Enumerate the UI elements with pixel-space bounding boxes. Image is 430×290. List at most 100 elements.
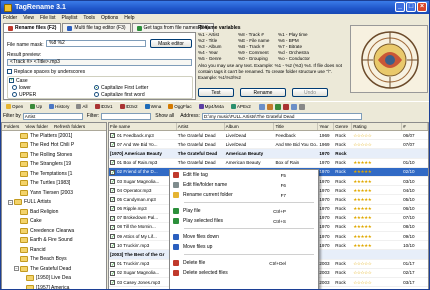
folder-item[interactable]: Earth & Fire Sound [2,236,106,246]
menu-file-list[interactable]: File list [40,15,56,21]
folder-item[interactable]: Rancid [2,245,106,255]
menu-help[interactable]: Help [124,15,134,21]
case-upper-radio[interactable] [12,92,17,97]
col-genre[interactable]: Genre [334,123,353,130]
row-checkbox[interactable] [110,224,115,230]
cap-first-word-radio[interactable] [94,92,99,97]
folder-item[interactable]: Bad Religion [2,207,106,217]
row-checkbox[interactable] [110,169,115,175]
close-button[interactable]: × [417,2,427,12]
cell-track-number-text: 10/10 [403,242,415,248]
refresh-folders-button[interactable]: Refresh folders [54,124,85,129]
folder-item[interactable]: [1957] America [2,283,106,289]
menu-folder[interactable]: Folder [3,15,17,21]
refresh-icon[interactable] [274,103,281,110]
minimize-button[interactable]: _ [395,2,405,12]
filter-by-select[interactable]: Artist [22,112,83,120]
all-button[interactable]: All [73,103,90,111]
menu-options[interactable]: Options [101,15,118,21]
menu-tools[interactable]: Tools [83,15,95,21]
wma-button[interactable]: Wma [142,103,165,111]
context-menu-item[interactable]: Edit file/folder name F6 [170,180,318,190]
folder-item[interactable]: Cake [2,217,106,227]
folder-item[interactable]: The Platters [2001] [2,131,106,141]
mask-input[interactable]: %8 %2 [46,40,146,47]
row-checkbox[interactable] [110,243,115,249]
col-track-number[interactable]: # [402,123,428,130]
id3v1-button[interactable]: ID3v1 [92,103,116,111]
menu-view[interactable]: View [23,15,34,21]
cell-file-name: [2003] The Best of the Gr [109,250,177,259]
stop-icon[interactable] [282,103,289,110]
context-menu-item[interactable]: Move files up [170,242,318,252]
col-year[interactable]: Year [318,123,335,130]
info-icon[interactable] [298,103,305,110]
id3v2-button[interactable]: ID3v2 [117,103,141,111]
mask-editor-button[interactable]: Mask editor [150,39,192,48]
context-menu-item[interactable]: Delete file Ctrl+Del [170,258,318,268]
row-checkbox[interactable] [110,261,115,267]
row-checkbox[interactable] [110,132,115,138]
row-checkbox[interactable] [110,142,115,148]
open-button[interactable]: Open [3,103,26,111]
folder-item[interactable]: [1950] Live Dea [2,274,106,284]
check-all-icon[interactable] [258,103,265,110]
rename-button[interactable]: Rename [240,88,286,97]
delete-icon [173,260,179,266]
row-checkbox[interactable] [110,178,115,184]
folder-item[interactable]: The Turtles [1983] [2,179,106,189]
settings-icon[interactable] [290,103,297,110]
context-menu-item[interactable]: Move files down [170,232,318,242]
context-menu-item[interactable]: Play file Ctrl+P [170,206,318,216]
ogg-button[interactable]: OggFlac [165,103,194,111]
col-artist[interactable]: Artist [177,123,225,130]
case-lower-radio[interactable] [12,85,17,90]
row-checkbox[interactable] [110,206,115,212]
cap-first-letter-radio[interactable] [94,85,99,90]
history-button[interactable]: History [46,103,72,111]
tree-expander-icon[interactable]: − [8,199,13,205]
row-checkbox[interactable] [110,233,115,239]
col-title[interactable]: Title [274,123,319,130]
col-rating[interactable]: Rating [352,123,403,130]
up-button[interactable]: Up [27,103,45,111]
folder-item[interactable]: The Stranglers [19 [2,160,106,170]
replace-spaces-checkbox[interactable] [7,69,12,74]
folder-item[interactable]: − FULL Artists [2,198,106,208]
undo-button[interactable]: Undo [292,88,328,97]
row-checkbox[interactable] [110,160,115,166]
col-album[interactable]: Album [225,123,275,130]
address-input[interactable]: D:\my music\FULL Artists\The Grateful De… [201,112,362,120]
folder-item[interactable]: Creedence Clearwa [2,226,106,236]
maximize-button[interactable]: □ [406,2,416,12]
case-checkbox[interactable] [9,77,14,83]
row-checkbox[interactable] [110,279,115,285]
filter-input[interactable] [101,112,152,120]
row-checkbox[interactable] [110,270,115,276]
show-all-button[interactable]: Show all [155,113,174,119]
view-folder-button[interactable]: View folder [25,124,48,129]
folder-item[interactable]: Yann Tiersen [2003 [2,188,106,198]
tree-expander-icon[interactable]: − [14,266,19,272]
col-file-name[interactable]: File name [109,123,177,130]
tab-multi-tag-editor[interactable]: Multi file tag editor (F3) [62,23,131,32]
folder-item[interactable]: The Rolling Stones [2,150,106,160]
tab-rename-files[interactable]: Rename files (F2) [3,23,62,32]
cell-file-name: 07 Brokedown Pal... [109,213,177,222]
row-checkbox[interactable] [110,197,115,203]
folder-item[interactable]: The Red Hot Chili P [2,141,106,151]
context-menu-item[interactable]: Rename current folder F7 [170,190,318,200]
row-checkbox[interactable] [110,215,115,221]
test-button[interactable]: Test [198,88,234,97]
ape-button[interactable]: APEv2 [228,103,254,111]
folder-item[interactable]: The Beach Boys [2,255,106,265]
context-menu-item[interactable]: Edit file tag F5 [170,170,318,180]
folder-item[interactable]: − The Grateful Dead [2,264,106,274]
context-menu-item[interactable]: Delete selected files [170,268,318,278]
uncheck-icon[interactable] [266,103,273,110]
row-checkbox[interactable] [110,188,115,193]
context-menu-item[interactable]: Play selected files Ctrl+S [170,216,318,226]
menu-playlist[interactable]: Playlist [62,15,78,21]
folder-item[interactable]: The Temptations [1 [2,169,106,179]
mp4-button[interactable]: Mp4/M4a [196,103,227,111]
